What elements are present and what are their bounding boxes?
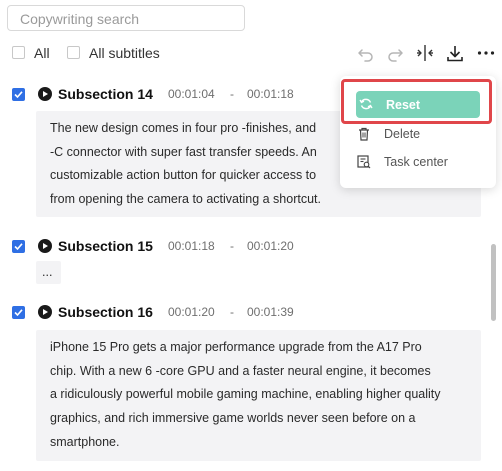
start-time[interactable]: 00:01:04 <box>168 87 215 101</box>
section-title: Subsection 14 <box>58 86 153 102</box>
task-center-menu-item[interactable]: Task center <box>356 154 480 172</box>
play-icon[interactable] <box>38 239 52 253</box>
redo-icon[interactable] <box>385 43 405 63</box>
subtitle-line: smartphone. <box>50 434 120 449</box>
trash-icon <box>359 127 369 141</box>
section-checkbox[interactable] <box>12 240 25 253</box>
undo-icon[interactable] <box>356 43 376 63</box>
all-label: All <box>34 45 50 61</box>
play-icon[interactable] <box>38 87 52 101</box>
subtitle-line: chip. With a new 6 -core GPU and a faste… <box>50 363 431 378</box>
section-checkbox[interactable] <box>12 88 25 101</box>
end-time[interactable]: 00:01:20 <box>247 239 294 253</box>
subtitle-line: iPhone 15 Pro gets a major performance u… <box>50 340 422 354</box>
delete-menu-item[interactable]: Delete <box>356 126 480 144</box>
scrollbar-thumb[interactable] <box>491 244 496 321</box>
task-center-label: Task center <box>384 155 448 169</box>
subtitle-text[interactable]: ... <box>36 261 61 284</box>
task-center-icon <box>357 155 371 169</box>
section-title: Subsection 15 <box>58 238 153 254</box>
search-input[interactable]: Copywriting search <box>7 5 245 31</box>
start-time[interactable]: 00:01:20 <box>168 305 215 319</box>
subtitle-line: ... <box>42 265 53 279</box>
subtitle-line: a ridiculously powerful mobile gaming ma… <box>50 387 441 402</box>
subtitle-line: from opening the camera to activating a … <box>50 192 321 207</box>
all-checkbox[interactable] <box>12 46 25 59</box>
section-checkbox[interactable] <box>12 306 25 319</box>
more-icon[interactable] <box>476 43 496 63</box>
download-icon[interactable] <box>445 43 465 63</box>
all-subtitles-checkbox[interactable] <box>67 46 80 59</box>
end-time[interactable]: 00:01:18 <box>247 87 294 101</box>
end-time[interactable]: 00:01:39 <box>247 305 294 319</box>
start-time[interactable]: 00:01:18 <box>168 239 215 253</box>
highlight-box <box>341 79 492 124</box>
all-subtitles-label: All subtitles <box>89 45 160 61</box>
time-separator: - <box>230 239 234 253</box>
section-title: Subsection 16 <box>58 304 153 320</box>
split-icon[interactable] <box>415 43 435 63</box>
play-icon[interactable] <box>38 305 52 319</box>
delete-label: Delete <box>384 127 421 141</box>
subtitle-line: graphics, and rich immersive game worlds… <box>50 411 416 426</box>
subtitle-text[interactable]: iPhone 15 Pro gets a major performance u… <box>36 330 481 461</box>
time-separator: - <box>230 305 234 319</box>
time-separator: - <box>230 87 234 101</box>
